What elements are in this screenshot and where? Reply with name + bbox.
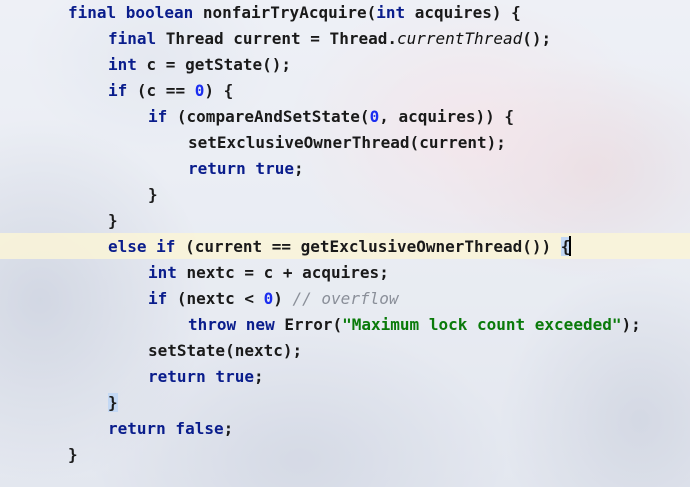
code-line[interactable]: setState(nextc);: [148, 338, 302, 364]
code-line[interactable]: if (c == 0) {: [108, 78, 233, 104]
code-token: c = getState();: [146, 55, 292, 74]
code-token: , acquires)) {: [379, 107, 515, 126]
code-line[interactable]: if (compareAndSetState(0, acquires)) {: [148, 104, 514, 130]
code-token: 0: [369, 107, 380, 126]
code-token: (current == getExclusiveOwnerThread()): [185, 237, 561, 256]
code-line[interactable]: }: [108, 390, 118, 416]
code-token: ;: [293, 159, 304, 178]
text-cursor: [569, 236, 572, 256]
code-token: ) {: [204, 81, 234, 100]
code-token: Error(: [284, 315, 343, 334]
code-token: // overflow: [292, 289, 399, 308]
code-line[interactable]: return false;: [108, 416, 233, 442]
code-line[interactable]: final boolean nonfairTryAcquire(int acqu…: [68, 0, 521, 26]
code-token: final: [108, 29, 166, 48]
code-token: int: [108, 55, 147, 74]
code-line[interactable]: return true;: [188, 156, 304, 182]
code-token: ;: [253, 367, 264, 386]
code-token: final boolean: [68, 3, 203, 22]
code-token: setState(nextc);: [148, 341, 303, 360]
code-token: if: [108, 81, 137, 100]
code-token: setExclusiveOwnerThread(current);: [188, 133, 506, 152]
code-token: currentThread: [396, 29, 523, 48]
code-line[interactable]: final Thread current = Thread.currentThr…: [108, 26, 551, 52]
code-token: else if: [108, 237, 186, 256]
code-line[interactable]: return true;: [148, 364, 264, 390]
code-token: ): [273, 289, 293, 308]
code-token: (c ==: [136, 81, 195, 100]
code-token: if: [148, 289, 177, 308]
code-token: ();: [522, 29, 552, 48]
code-token: return true: [188, 159, 294, 178]
code-token: 0: [263, 289, 274, 308]
code-token: acquires) {: [414, 3, 521, 22]
code-token: nonfairTryAcquire(: [202, 3, 377, 22]
code-line[interactable]: if (nextc < 0) // overflow: [148, 286, 398, 312]
code-token: }: [108, 393, 118, 412]
code-token: (nextc <: [176, 289, 264, 308]
code-token: }: [68, 445, 78, 464]
code-line[interactable]: }: [148, 182, 158, 208]
code-token: if: [148, 107, 177, 126]
code-line[interactable]: throw new Error("Maximum lock count exce…: [188, 312, 641, 338]
code-token: int: [376, 3, 415, 22]
code-line-current[interactable]: else if (current == getExclusiveOwnerThr…: [108, 234, 572, 260]
code-token: int: [148, 263, 187, 282]
code-line[interactable]: int c = getState();: [108, 52, 291, 78]
code-line[interactable]: int nextc = c + acquires;: [148, 260, 389, 286]
code-line[interactable]: setExclusiveOwnerThread(current);: [188, 130, 506, 156]
code-token: return true: [148, 367, 254, 386]
code-token: );: [621, 315, 641, 334]
code-token: }: [108, 211, 118, 230]
code-token: return false: [108, 419, 224, 438]
code-token: throw new: [188, 315, 285, 334]
code-line[interactable]: }: [108, 208, 118, 234]
code-token: ;: [223, 419, 234, 438]
code-token: Thread current = Thread.: [165, 29, 397, 48]
code-token: (compareAndSetState(: [176, 107, 370, 126]
code-line[interactable]: }: [68, 442, 78, 468]
code-token: }: [148, 185, 158, 204]
code-token: 0: [194, 81, 205, 100]
code-token: "Maximum lock count exceeded": [342, 315, 622, 334]
code-token: nextc = c + acquires;: [186, 263, 389, 282]
